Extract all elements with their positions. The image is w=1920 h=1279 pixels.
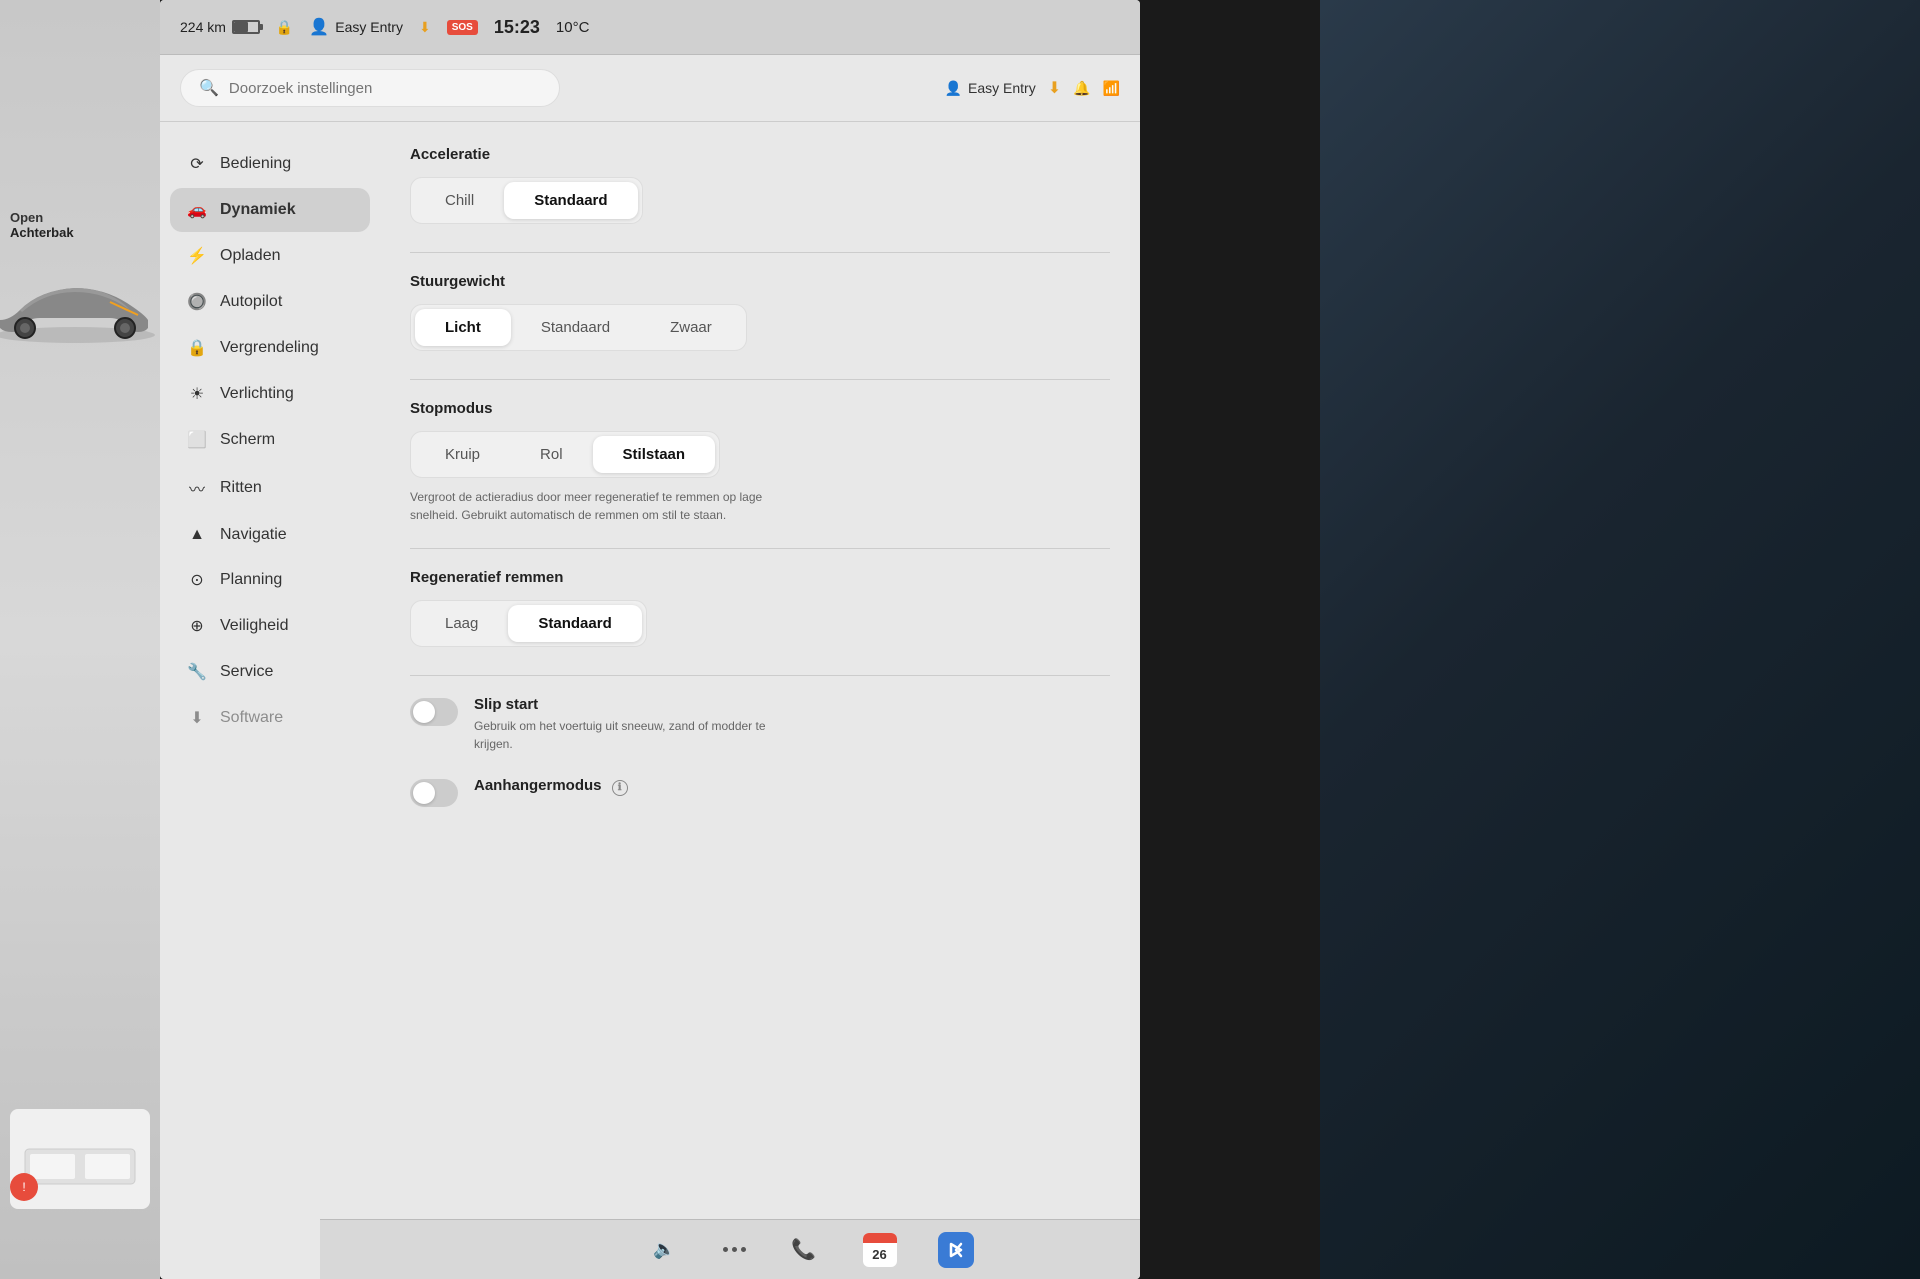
download-icon: ⬇	[419, 19, 431, 36]
stopmodus-description: Vergroot de actieradius door meer regene…	[410, 488, 810, 524]
search-wrap[interactable]: 🔍	[180, 69, 560, 107]
stuurgewicht-licht-button[interactable]: Licht	[415, 309, 511, 346]
lock-status: 🔒	[276, 19, 293, 36]
dynamiek-icon: 🚗	[186, 200, 208, 220]
status-bar: 224 km 🔒 👤 Easy Entry ⬇ SOS 15:23 10°C	[160, 0, 1140, 55]
stuurgewicht-title: Stuurgewicht	[410, 273, 1110, 290]
profile-icon: 👤	[945, 80, 962, 97]
stuurgewicht-group: Licht Standaard Zwaar	[410, 304, 747, 351]
sidebar-item-bediening[interactable]: ⟳ Bediening	[170, 142, 370, 186]
sidebar-item-autopilot[interactable]: 🔘 Autopilot	[170, 280, 370, 324]
sos-button[interactable]: SOS	[447, 20, 478, 35]
verlichting-icon: ☀	[186, 384, 208, 404]
acceleratie-title: Acceleratie	[410, 146, 1110, 163]
software-icon: ⬇	[186, 708, 208, 728]
aanhangermodus-toggle[interactable]	[410, 779, 458, 807]
bediening-icon: ⟳	[186, 154, 208, 174]
left-panel: Open Achterbak !	[0, 0, 160, 1279]
navigatie-icon: ▲	[186, 526, 208, 544]
header-download-icon: ⬇	[1048, 78, 1061, 98]
stuurgewicht-standaard-button[interactable]: Standaard	[511, 309, 640, 346]
acceleratie-chill-button[interactable]: Chill	[415, 182, 504, 219]
scherm-icon: ⬜	[186, 430, 208, 450]
stopmodus-kruip-button[interactable]: Kruip	[415, 436, 510, 473]
temperature-display: 10°C	[556, 19, 590, 36]
profile-status: 👤 Easy Entry	[309, 17, 403, 37]
acceleratie-group: Chill Standaard	[410, 177, 643, 224]
stopmodus-title: Stopmodus	[410, 400, 1110, 417]
sidebar-item-dynamiek[interactable]: 🚗 Dynamiek	[170, 188, 370, 232]
calendar-taskbar-icon[interactable]: 26	[862, 1233, 898, 1267]
stopmodus-rol-button[interactable]: Rol	[510, 436, 593, 473]
sidebar-item-verlichting[interactable]: ☀ Verlichting	[170, 372, 370, 416]
main-screen: 224 km 🔒 👤 Easy Entry ⬇ SOS 15:23 10°C 🔍	[160, 0, 1140, 1279]
sidebar-item-service[interactable]: 🔧 Service	[170, 650, 370, 694]
veiligheid-icon: ⊕	[186, 616, 208, 636]
sidebar: ⟳ Bediening 🚗 Dynamiek ⚡ Opladen 🔘 Autop…	[160, 122, 380, 1279]
main-content: ⟳ Bediening 🚗 Dynamiek ⚡ Opladen 🔘 Autop…	[160, 122, 1140, 1279]
aanhangermodus-label-wrap: Aanhangermodus ℹ	[474, 777, 1110, 800]
speaker-taskbar-icon[interactable]: 🔈	[647, 1232, 683, 1268]
aanhangermodus-title: Aanhangermodus ℹ	[474, 777, 1110, 796]
sidebar-item-navigatie[interactable]: ▲ Navigatie	[170, 514, 370, 556]
slip-start-title: Slip start	[474, 696, 1110, 713]
stopmodus-group: Kruip Rol Stilstaan	[410, 431, 720, 478]
time-display: 15:23	[494, 17, 540, 38]
sidebar-item-veiligheid[interactable]: ⊕ Veiligheid	[170, 604, 370, 648]
slip-start-desc: Gebruik om het voertuig uit sneeuw, zand…	[474, 717, 774, 753]
ritten-icon: 〰	[186, 476, 208, 500]
header-profile-area: 👤 Easy Entry ⬇ 🔔 📶	[945, 78, 1120, 98]
header-icon-3: 📶	[1103, 80, 1120, 97]
sidebar-item-opladen[interactable]: ⚡ Opladen	[170, 234, 370, 278]
slip-start-row: Slip start Gebruik om het voertuig uit s…	[410, 696, 1110, 753]
regeneratief-standaard-button[interactable]: Standaard	[508, 605, 641, 642]
aanhangermodus-row: Aanhangermodus ℹ	[410, 777, 1110, 807]
profile-indicator: 👤 Easy Entry	[945, 80, 1036, 97]
regeneratief-title: Regeneratief remmen	[410, 569, 1110, 586]
person-icon: 👤	[309, 17, 329, 37]
stuurgewicht-zwaar-button[interactable]: Zwaar	[640, 309, 742, 346]
service-icon: 🔧	[186, 662, 208, 682]
header-icon-2: 🔔	[1073, 80, 1090, 97]
sidebar-item-scherm[interactable]: ⬜ Scherm	[170, 418, 370, 462]
search-bar: 🔍 👤 Easy Entry ⬇ 🔔 📶	[160, 55, 1140, 122]
regeneratief-group: Laag Standaard	[410, 600, 647, 647]
search-icon: 🔍	[199, 78, 219, 98]
settings-panel: Acceleratie Chill Standaard Stuurgewicht…	[380, 122, 1140, 1279]
bluetooth-taskbar-icon[interactable]	[938, 1232, 974, 1268]
sidebar-item-vergrendeling[interactable]: 🔒 Vergrendeling	[170, 326, 370, 370]
phone-taskbar-icon[interactable]: 📞	[786, 1232, 822, 1268]
sidebar-item-planning[interactable]: ⊙ Planning	[170, 558, 370, 602]
planning-icon: ⊙	[186, 570, 208, 590]
search-input[interactable]	[229, 80, 541, 97]
stopmodus-stilstaan-button[interactable]: Stilstaan	[593, 436, 716, 473]
lock-icon: 🔒	[276, 19, 293, 36]
sidebar-item-software[interactable]: ⬇ Software	[170, 696, 370, 740]
slip-start-label-wrap: Slip start Gebruik om het voertuig uit s…	[474, 696, 1110, 753]
sidebar-item-ritten[interactable]: 〰 Ritten	[170, 464, 370, 512]
slip-start-toggle[interactable]	[410, 698, 458, 726]
opladen-icon: ⚡	[186, 246, 208, 266]
download-status: ⬇	[419, 19, 431, 36]
vergrendeling-icon: 🔒	[186, 338, 208, 358]
alert-badge: !	[10, 1173, 38, 1201]
acceleratie-standaard-button[interactable]: Standaard	[504, 182, 637, 219]
distance-indicator: 224 km	[180, 19, 260, 35]
info-icon[interactable]: ℹ	[612, 780, 628, 796]
regeneratief-laag-button[interactable]: Laag	[415, 605, 508, 642]
car-silhouette	[0, 260, 160, 355]
open-trunk-button[interactable]: Open Achterbak	[10, 210, 74, 240]
dots-indicator	[723, 1247, 746, 1252]
autopilot-icon: 🔘	[186, 292, 208, 312]
taskbar: 🔈 📞 26	[320, 1219, 1140, 1279]
